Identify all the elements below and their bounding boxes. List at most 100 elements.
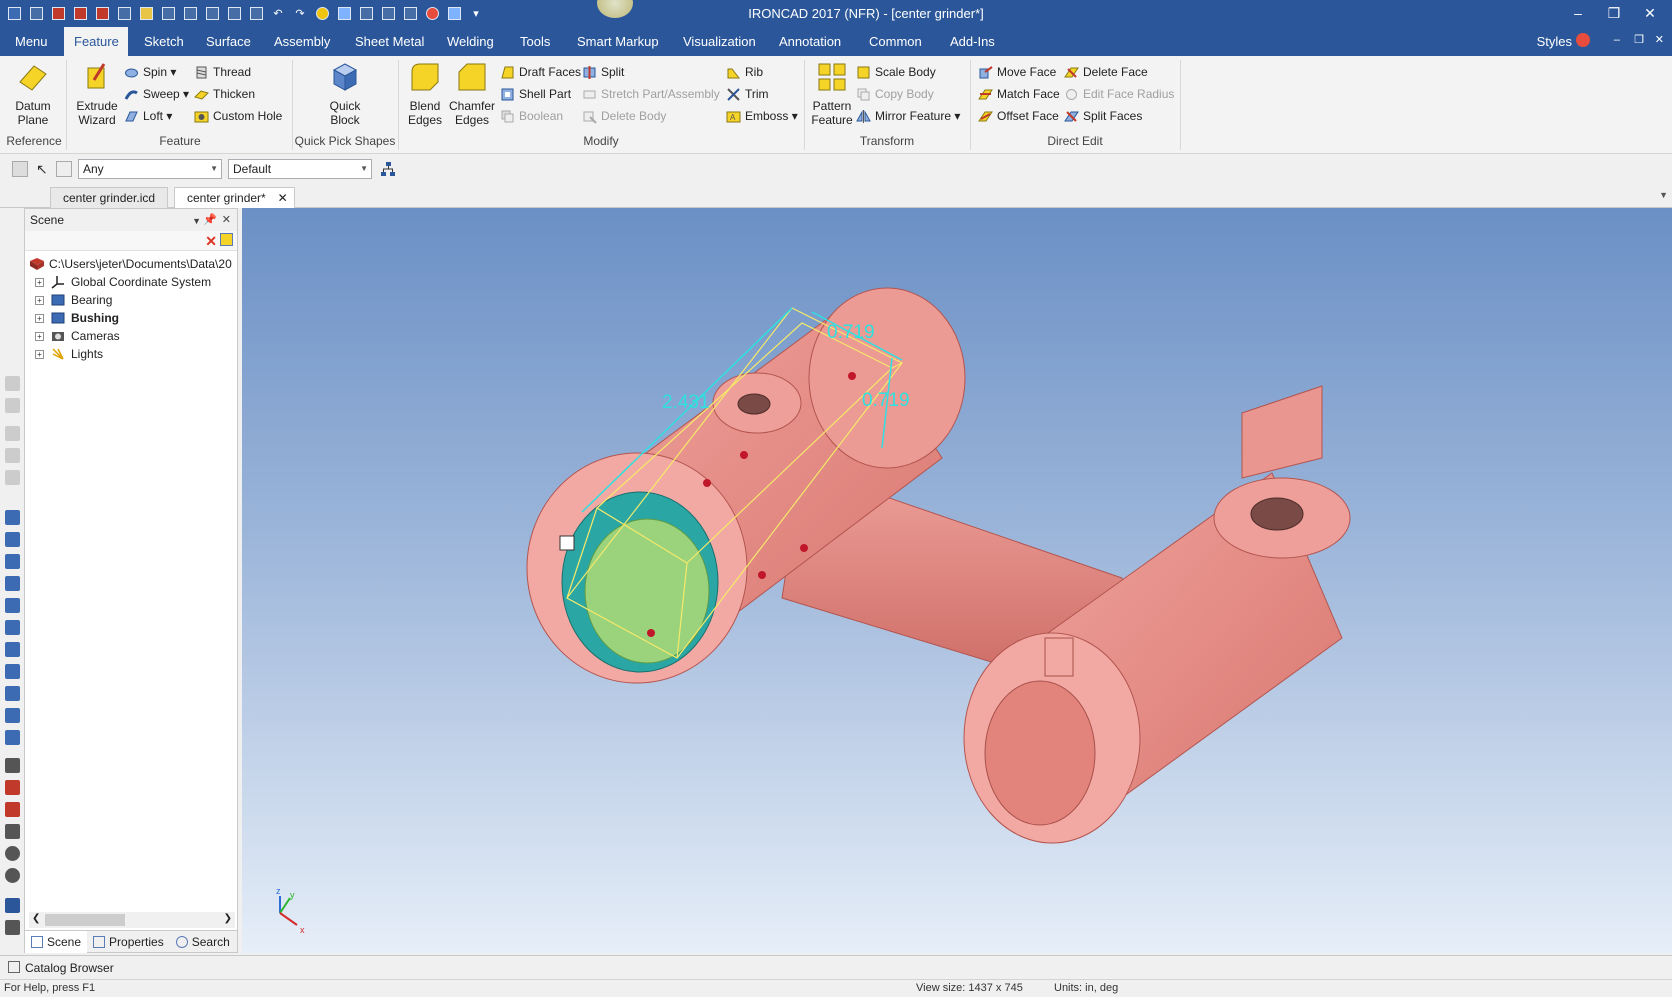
close-button[interactable]: ✕ xyxy=(1632,3,1668,23)
doc-tab-center-grinder[interactable]: center grinder* ✕ xyxy=(174,187,295,208)
tab-assembly[interactable]: Assembly xyxy=(264,27,340,56)
grid-icon[interactable] xyxy=(5,920,20,935)
3d-viewport[interactable]: 0.719 2.431 0.719 z y x xyxy=(242,208,1672,953)
close-icon[interactable]: ✕ xyxy=(222,209,231,231)
hidden-line-icon[interactable] xyxy=(5,642,20,657)
panel-tab-properties[interactable]: Properties xyxy=(87,931,170,953)
view-normal-icon[interactable] xyxy=(5,576,20,591)
style-combo[interactable]: Default ▼ xyxy=(228,159,372,179)
tab-menu[interactable]: Menu xyxy=(5,27,58,56)
datum-plane-button[interactable]: Datum Plane xyxy=(8,60,58,127)
loft-button[interactable]: Loft ▾ xyxy=(124,106,172,126)
view-front-icon[interactable] xyxy=(5,376,20,391)
options-icon[interactable] xyxy=(220,233,233,246)
extrude-wizard-button[interactable]: Extrude Wizard xyxy=(72,60,122,127)
dimension-height[interactable]: 0.719 xyxy=(862,390,910,411)
model-render[interactable]: 0.719 2.431 0.719 z y x xyxy=(242,208,1672,953)
close-icon[interactable]: ✕ xyxy=(278,188,288,208)
zoom-fit-icon[interactable] xyxy=(5,730,20,745)
minimize-button[interactable]: – xyxy=(1560,3,1596,23)
panel-tab-scene[interactable]: Scene xyxy=(25,931,88,953)
quick-block-button[interactable]: Quick Block xyxy=(320,60,370,127)
wireframe-icon[interactable] xyxy=(5,620,20,635)
dimension-width[interactable]: 2.431 xyxy=(662,392,710,413)
tab-annotation[interactable]: Annotation xyxy=(769,27,851,56)
clear-filter-icon[interactable]: ✕ xyxy=(205,233,217,250)
custom-hole-button[interactable]: Custom Hole xyxy=(194,106,282,126)
scale-body-button[interactable]: Scale Body xyxy=(856,62,936,82)
tab-sheet-metal[interactable]: Sheet Metal xyxy=(345,27,434,56)
boolean-button[interactable]: Boolean xyxy=(500,106,563,126)
tab-sketch[interactable]: Sketch xyxy=(134,27,194,56)
ribbon-close-icon[interactable]: ✕ xyxy=(1655,33,1664,46)
view-top-icon[interactable] xyxy=(5,470,20,485)
tree-item-bushing[interactable]: + Bushing xyxy=(25,309,237,327)
rotate-icon[interactable] xyxy=(5,846,20,861)
select-filter-icon[interactable] xyxy=(12,161,28,177)
tree-item-cameras[interactable]: + Cameras xyxy=(25,327,237,345)
view-back-icon[interactable] xyxy=(5,398,20,413)
thicken-button[interactable]: Thicken xyxy=(194,84,255,104)
split-button[interactable]: Split xyxy=(582,62,624,82)
tree-root[interactable]: C:\Users\jeter\Documents\Data\20 xyxy=(25,255,237,273)
tab-visualization[interactable]: Visualization xyxy=(673,27,766,56)
emboss-button[interactable]: A Emboss ▾ xyxy=(726,106,798,126)
pattern-feature-button[interactable]: Pattern Feature xyxy=(808,60,856,127)
tab-smart-markup[interactable]: Smart Markup xyxy=(567,27,669,56)
hierarchy-icon[interactable] xyxy=(380,161,396,177)
move-face-button[interactable]: Move Face xyxy=(978,62,1056,82)
mirror-feature-button[interactable]: Mirror Feature ▾ xyxy=(856,106,960,126)
catalog-browser-bar[interactable]: Catalog Browser xyxy=(0,955,1672,979)
angle-icon[interactable] xyxy=(5,824,20,839)
blend-edges-button[interactable]: Blend Edges xyxy=(402,60,448,127)
trim-button[interactable]: Trim xyxy=(726,84,769,104)
rib-button[interactable]: Rib xyxy=(726,62,763,82)
ribbon-minimize-icon[interactable]: – xyxy=(1614,34,1620,46)
scrollbar-thumb[interactable] xyxy=(45,914,125,926)
filter-combo[interactable]: Any ▼ xyxy=(78,159,222,179)
view-trimetric-icon[interactable] xyxy=(5,554,20,569)
view-right-icon[interactable] xyxy=(5,448,20,463)
sketch-icon[interactable] xyxy=(5,898,20,913)
selection-mode-icon[interactable] xyxy=(56,161,72,177)
tree-item-global-coordinate-system[interactable]: + Global Coordinate System xyxy=(25,273,237,291)
expand-icon[interactable]: + xyxy=(35,296,44,305)
explode-icon[interactable] xyxy=(5,708,20,723)
panel-menu-chevron-icon[interactable]: ▼ xyxy=(192,210,201,232)
tree-item-bearing[interactable]: + Bearing xyxy=(25,291,237,309)
section-icon[interactable] xyxy=(5,686,20,701)
tab-add-ins[interactable]: Add-Ins xyxy=(940,27,1005,56)
chamfer-edges-button[interactable]: Chamfer Edges xyxy=(448,60,496,127)
camera-icon[interactable] xyxy=(5,780,20,795)
tab-common[interactable]: Common xyxy=(859,27,932,56)
pointer-icon[interactable]: ↖ xyxy=(36,161,48,178)
silhouette-icon[interactable] xyxy=(5,664,20,679)
sweep-button[interactable]: Sweep ▾ xyxy=(124,84,189,104)
delete-body-button[interactable]: Delete Body xyxy=(582,106,666,126)
delete-face-button[interactable]: Delete Face xyxy=(1064,62,1148,82)
horizontal-scrollbar[interactable]: ❮ ❯ xyxy=(29,912,235,928)
spin-button[interactable]: Spin ▾ xyxy=(124,62,176,82)
match-face-button[interactable]: Match Face xyxy=(978,84,1060,104)
view-left-icon[interactable] xyxy=(5,426,20,441)
styles-dropdown[interactable]: Styles xyxy=(1537,27,1572,56)
orbit-icon[interactable] xyxy=(5,868,20,883)
offset-face-button[interactable]: Offset Face xyxy=(978,106,1059,126)
tab-list-chevron-icon[interactable]: ▼ xyxy=(1659,190,1668,200)
shell-part-button[interactable]: Shell Part xyxy=(500,84,571,104)
scroll-left-icon[interactable]: ❮ xyxy=(32,913,40,924)
shaded-icon[interactable] xyxy=(5,598,20,613)
doc-tab-center-grinder-icd[interactable]: center grinder.icd xyxy=(50,187,169,208)
view-iso-icon[interactable] xyxy=(5,510,20,525)
pin-icon[interactable]: 📌 xyxy=(203,209,217,231)
tree-item-lights[interactable]: + Lights xyxy=(25,345,237,363)
draft-faces-button[interactable]: Draft Faces xyxy=(500,62,581,82)
ribbon-restore-icon[interactable]: ❒ xyxy=(1634,33,1644,46)
expand-icon[interactable]: + xyxy=(35,278,44,287)
tab-welding[interactable]: Welding xyxy=(437,27,504,56)
edit-face-radius-button[interactable]: Edit Face Radius xyxy=(1064,84,1174,104)
stretch-part-assembly-button[interactable]: Stretch Part/Assembly xyxy=(582,84,720,104)
split-faces-button[interactable]: Split Faces xyxy=(1064,106,1142,126)
tab-tools[interactable]: Tools xyxy=(510,27,560,56)
thread-button[interactable]: Thread xyxy=(194,62,251,82)
